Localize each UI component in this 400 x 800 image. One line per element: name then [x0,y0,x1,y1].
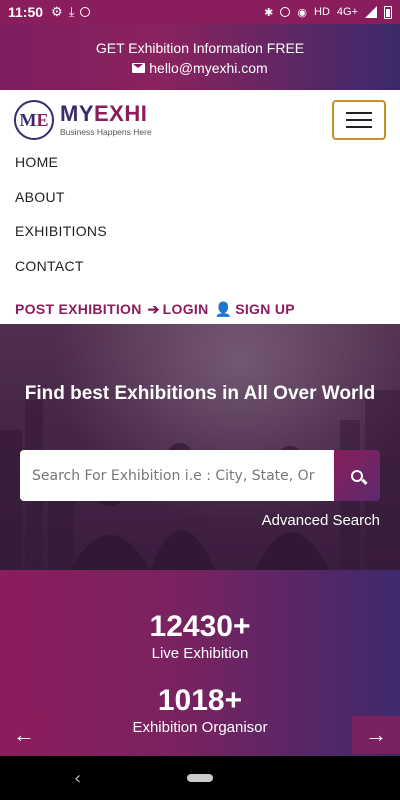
status-system-icons: ✱ ◉ HD 4G+ [264,5,392,19]
hamburger-line-icon [346,126,372,128]
top-info-bar: GET Exhibition Information FREE hello@my… [0,24,400,90]
stat-live: 12430+ Live Exhibition [0,610,400,664]
hero-section: Find best Exhibitions in All Over World … [0,324,400,570]
site-navbar: ME MYEXHI Business Happens Here HOME ABO… [0,90,400,324]
logo-monogram-icon: ME [14,100,54,140]
signup-link[interactable]: 👤 SIGN UP [215,301,295,318]
search-bar [20,450,380,501]
hero-title: Find best Exhibitions in All Over World [24,383,376,404]
envelope-icon [132,63,146,73]
stat-organiser: 1018+ Exhibition Organisor [0,684,400,738]
logo-text: MYEXHI Business Happens Here [60,103,152,138]
nav-item-contact[interactable]: CONTACT [15,258,295,293]
network-type-label: 4G+ [336,6,358,18]
signup-label: SIGN UP [235,301,295,318]
home-pill-icon[interactable] [187,774,213,782]
login-link[interactable]: ➔ LOGIN [148,301,209,318]
hamburger-line-icon [346,119,372,121]
nav-menu: HOME ABOUT EXHIBITIONS CONTACT POST EXHI… [15,154,295,327]
email-text: hello@myexhi.com [149,60,268,76]
network-hd-label: HD [314,6,330,18]
stat-live-label: Live Exhibition [151,645,249,662]
status-bar: 11:50 ⚙ ⤓ ✱ ◉ HD 4G+ [0,0,400,24]
search-button[interactable] [334,450,380,501]
status-time: 11:50 [8,4,44,20]
login-icon: ➔ [147,301,160,318]
email-link[interactable]: hello@myexhi.com [132,58,268,78]
stat-organiser-label: Exhibition Organisor [132,719,268,736]
arrow-right-icon: → [365,722,387,747]
advanced-search-link[interactable]: Advanced Search [262,512,380,529]
user-plus-icon: 👤 [214,301,233,318]
info-title: GET Exhibition Information FREE [95,40,305,56]
logo-monogram-e: E [36,109,49,130]
menu-toggle-button[interactable] [332,100,386,140]
stat-live-count: 12430+ [149,610,251,643]
logo-tagline: Business Happens Here [60,127,152,137]
nav-item-about[interactable]: ABOUT [15,189,295,224]
nav-item-home[interactable]: HOME [15,154,295,189]
back-icon[interactable]: ‹ [74,768,81,789]
settings-icon: ⚙ [51,4,63,19]
nav-item-exhibitions[interactable]: EXHIBITIONS [15,223,295,258]
login-label: LOGIN [162,301,209,318]
bluetooth-icon: ✱ [264,6,274,19]
search-input[interactable] [20,450,334,501]
logo-brand: MYEXHI [60,103,152,125]
nav-actions: POST EXHIBITION ➔ LOGIN 👤 SIGN UP [15,292,295,327]
logo-monogram-m: M [19,109,37,130]
logo-brand-my: MY [60,101,94,126]
stat-organiser-count: 1018+ [157,684,243,717]
arrow-left-icon: ← [13,722,35,747]
hotspot-icon: ◉ [297,6,307,19]
status-notification-icons: ⚙ ⤓ [51,4,91,20]
search-icon [351,469,363,482]
next-slide-button[interactable]: → [352,716,400,754]
dnd-icon [280,7,291,17]
logo-brand-exhi: EXHI [94,101,148,126]
site-logo[interactable]: ME MYEXHI Business Happens Here [14,100,152,140]
android-nav-bar: ‹ [0,756,400,800]
stats-section: 12430+ Live Exhibition 1018+ Exhibition … [0,570,400,756]
post-exhibition-link[interactable]: POST EXHIBITION [15,301,142,318]
prev-slide-button[interactable]: ← [0,716,48,754]
signal-icon [365,6,377,18]
battery-icon [384,5,392,19]
hero-overlay [0,324,400,570]
sync-icon [80,7,91,17]
download-icon: ⤓ [68,4,75,19]
hamburger-line-icon [346,112,372,114]
